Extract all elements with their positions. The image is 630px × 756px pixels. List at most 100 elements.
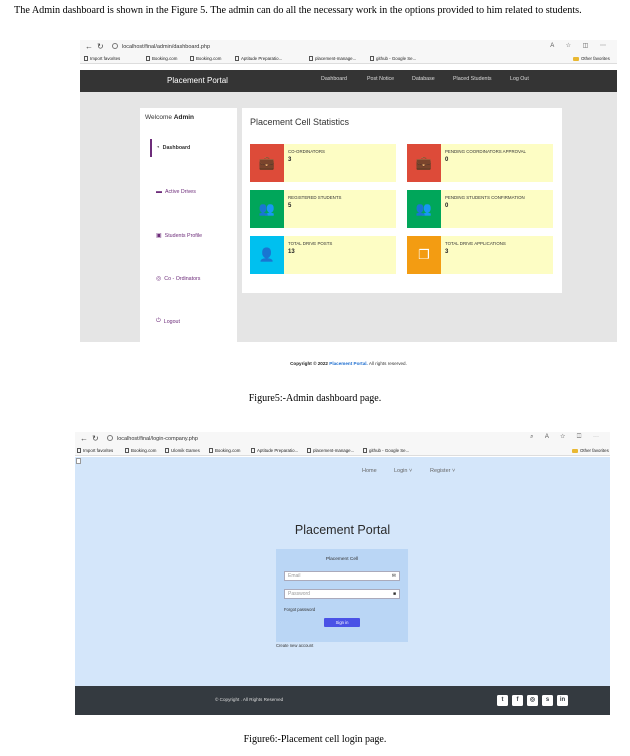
stat-value: 0 [445,157,449,163]
fav-item[interactable]: Booking.com [209,448,240,453]
brand[interactable]: Placement Portal [167,76,228,85]
nav-placed-students[interactable]: Placed Students [453,76,492,82]
page-icon [209,448,213,453]
fav-label: Ulomik Games [171,448,200,453]
create-account-link[interactable]: Create new account [276,643,313,648]
reload-icon[interactable]: ↻ [97,42,104,51]
fav-item[interactable]: Booking.com [125,448,156,453]
facebook-icon[interactable]: f [512,695,523,706]
fav-item[interactable]: Aptitude Preparatio... [251,448,298,453]
page-icon [235,56,239,61]
page-icon [125,448,129,453]
instagram-icon[interactable]: ◎ [527,695,538,706]
sidebar-item-dashboard[interactable]: ◔ Dashboard [156,145,190,151]
url-field[interactable]: localhost/final/admin/dashboard.php [112,42,512,52]
envelope-icon: ✉ [391,573,396,579]
sidebar-item-students-profile[interactable]: ▣ Students Profile [156,232,202,240]
login-card: Placement Cell Email ✉ Password ■ Forgot p… [276,549,408,642]
twitter-icon[interactable]: t [497,695,508,706]
password-field[interactable]: Password ■ [284,589,400,599]
forgot-password-link[interactable]: Forgot password [284,607,315,612]
stat-card[interactable]: 💼 CO-ORDINATORS 3 [250,144,396,182]
fav-item[interactable]: Ulomik Games [165,448,200,453]
fav-item[interactable]: github - Google Se... [363,448,409,453]
power-icon: ⏻ [156,318,161,324]
lock-icon: ■ [392,591,396,597]
card-title: Placement Cell [325,557,359,562]
briefcase-icon: ▬ [156,189,162,195]
stat-card[interactable]: 👥 PENDING STUDENTS CONFIRMATION 0 [407,190,553,228]
fav-item[interactable]: Import favorites [77,448,113,453]
copy-icon: ❐ [407,236,441,274]
sidebar-item-label: Co - Ordinators [164,275,201,282]
figure6-caption: Figure6:-Placement cell login page. [243,734,387,745]
stat-card[interactable]: 👥 REGISTERED STUDENTS 5 [250,190,396,228]
nav-database[interactable]: Database [412,76,435,82]
stat-label: TOTAL DRIVE POSTS [288,241,333,246]
stat-card[interactable]: 👤 TOTAL DRIVE POSTS 13 [250,236,396,274]
broken-image-icon [76,458,81,464]
stats-title: Placement Cell Statistics [250,117,350,127]
other-favorites[interactable]: Other favorites [572,448,609,453]
password-placeholder: Password [288,591,310,597]
nav-dashboard[interactable]: Dashboard [321,76,347,82]
nav-post-notice[interactable]: Post Notice [367,76,394,82]
back-icon[interactable]: ← [85,42,93,51]
fav-item[interactable]: Booking.com [146,56,177,61]
other-favorites[interactable]: Other favorites [573,56,610,61]
dashboard-body: Welcome Admin ◔ Dashboard ▬ Active Drives … [80,92,617,344]
users-icon: 👥 [407,190,441,228]
stat-value: 13 [288,249,295,255]
fav-item[interactable]: Booking.com [190,56,221,61]
info-icon [112,43,118,49]
nav-logout[interactable]: Log Out [510,76,529,82]
sidebar-item-label: Dashboard [162,145,191,151]
url-text: localhost/final/admin/dashboard.php [122,44,211,50]
info-icon [107,435,113,441]
fav-item[interactable]: placement-manage... [307,448,354,453]
fav-item[interactable]: github - Google Se... [370,56,416,61]
login-footer: © Copyright . All Rights Reserved t f ◎ … [75,686,610,715]
fav-item[interactable]: Aptitude Preparatio... [235,56,282,61]
welcome-user: Admin [173,114,195,121]
back-icon[interactable]: ← [80,434,88,443]
copyright-prefix: Copyright © 2022 [290,361,328,366]
nav-home[interactable]: Home [362,468,377,474]
active-indicator [150,139,152,157]
stat-value: 0 [445,203,449,209]
circle-icon: ◎ [156,276,162,282]
fav-label: Booking.com [196,56,222,61]
figure5-caption: Figure5:-Admin dashboard page. [248,393,382,404]
sidebar-item-logout[interactable]: ⏻ Logout [156,318,180,325]
page-icon [190,56,194,61]
fav-label: Other favorites [581,56,610,61]
fav-label: Import favorites [90,56,121,61]
toolbar-icons: ⌕ A ☆ ◫ ⋯ [530,434,604,440]
toolbar-icons: A ☆ ◫ ⋯ [550,43,611,49]
footer-brand-link[interactable]: Placement Portal. [329,361,368,366]
sidebar-item-coordinators[interactable]: ◎ Co - Ordinators [156,275,201,283]
fav-label: Booking.com [131,448,157,453]
fav-label: Other favorites [580,448,609,453]
fav-label: placement-manage... [313,448,355,453]
email-field[interactable]: Email ✉ [284,571,400,581]
sidebar-item-active-drives[interactable]: ▬ Active Drives [156,189,196,195]
nav-login[interactable]: Login ˅ [394,468,412,474]
fav-item[interactable]: Import favorites [84,56,120,61]
url-field[interactable]: localhost/final/login-company.php [107,434,507,444]
stat-value: 5 [288,203,292,209]
briefcase-icon: 💼 [250,144,284,182]
page-title: Placement Portal [294,523,391,537]
stat-card[interactable]: 💼 PENDING COORDINATORS APPROVAL 0 [407,144,553,182]
folder-icon [572,448,578,453]
fav-item[interactable]: placement-manage... [309,56,356,61]
sidebar: Welcome Admin ◔ Dashboard ▬ Active Drives … [140,108,237,344]
page-icon [146,56,150,61]
reload-icon[interactable]: ↻ [92,434,99,443]
id-card-icon: ▣ [156,233,162,239]
skype-icon[interactable]: s [542,695,553,706]
linkedin-icon[interactable]: in [557,695,568,706]
stat-card[interactable]: ❐ TOTAL DRIVE APPLICATIONS 3 [407,236,553,274]
sign-in-button[interactable]: Sign in [324,618,360,627]
nav-register[interactable]: Register ˅ [430,468,455,474]
